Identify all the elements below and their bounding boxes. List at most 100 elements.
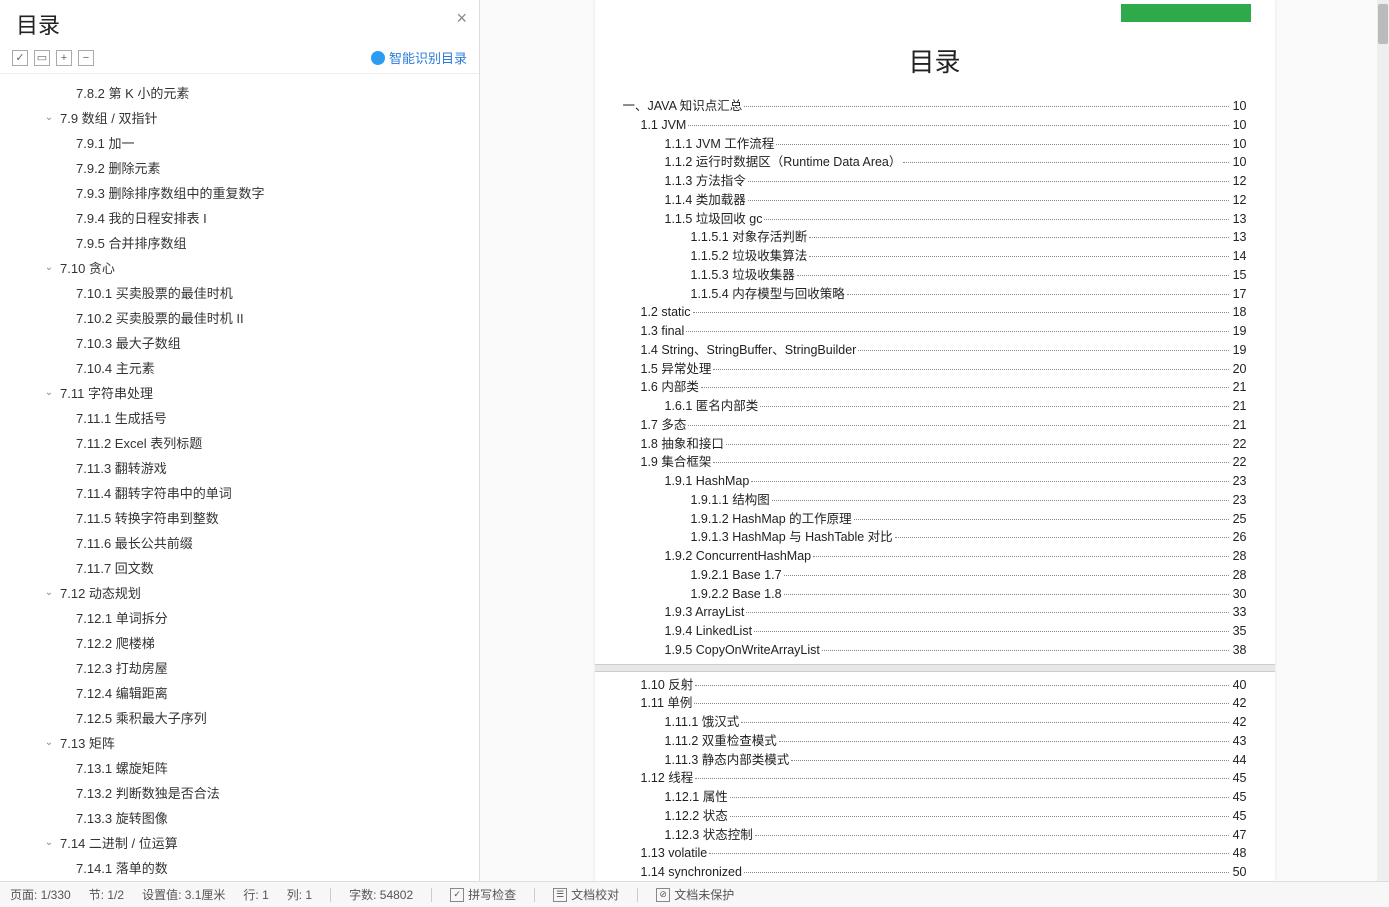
outline-item[interactable]: 7.9.4 我的日程安排表 I (70, 205, 479, 230)
toc-entry[interactable]: 1.6.1 匿名内部类21 (623, 397, 1247, 416)
toc-entry[interactable]: 1.9.2.1 Base 1.728 (623, 566, 1247, 585)
outline-group-head[interactable]: ⌄7.9 数组 / 双指针 (38, 105, 479, 130)
smart-recognize-link[interactable]: 智能识别目录 (371, 48, 467, 67)
toc-entry[interactable]: 1.9.2.2 Base 1.830 (623, 585, 1247, 604)
outline-item[interactable]: 7.9.3 删除排序数组中的重复数字 (70, 180, 479, 205)
toc-entry[interactable]: 1.9.2 ConcurrentHashMap28 (623, 547, 1247, 566)
outline-item[interactable]: 7.12.2 爬楼梯 (70, 630, 479, 655)
toc-entry[interactable]: 1.9.4 LinkedList35 (623, 622, 1247, 641)
toc-entry[interactable]: 1.12.3 状态控制47 (623, 826, 1247, 845)
outline-item[interactable]: 7.10.3 最大子数组 (70, 330, 479, 355)
toc-entry[interactable]: 1.4 String、StringBuffer、StringBuilder19 (623, 341, 1247, 360)
layout-icon[interactable]: ▭ (34, 50, 50, 66)
outline-group-head[interactable]: ⌄7.11 字符串处理 (38, 380, 479, 405)
toc-entry[interactable]: 1.1.3 方法指令12 (623, 172, 1247, 191)
toc-leader (847, 294, 1229, 295)
toc-entry[interactable]: 1.9.1.1 结构图23 (623, 491, 1247, 510)
toc-entry[interactable]: 1.1.2 运行时数据区（Runtime Data Area）10 (623, 153, 1247, 172)
toc-entry[interactable]: 1.1.4 类加载器12 (623, 191, 1247, 210)
toc-entry[interactable]: 1.1.5 垃圾回收 gc13 (623, 210, 1247, 229)
status-proofread[interactable]: ☰ 文档校对 (553, 886, 619, 903)
toc-entry[interactable]: 1.12.2 状态45 (623, 807, 1247, 826)
outline-group-label: 7.14 二进制 / 位运算 (60, 833, 178, 852)
toc-entry[interactable]: 1.1 JVM10 (623, 116, 1247, 135)
toc-entry[interactable]: 1.5 异常处理20 (623, 360, 1247, 379)
toc-leader (746, 612, 1228, 613)
outline-item[interactable]: 7.12.4 编辑距离 (70, 680, 479, 705)
toc-entry[interactable]: 1.1.5.3 垃圾收集器15 (623, 266, 1247, 285)
toc-entry[interactable]: 1.1.5.2 垃圾收集算法14 (623, 247, 1247, 266)
outline-item[interactable]: 7.10.2 买卖股票的最佳时机 II (70, 305, 479, 330)
chevron-down-icon: ⌄ (42, 587, 56, 598)
status-setvalue[interactable]: 设置值: 3.1厘米 (142, 886, 225, 903)
status-col[interactable]: 列: 1 (287, 886, 312, 903)
scrollbar-thumb[interactable] (1378, 4, 1388, 44)
expand-icon[interactable]: + (56, 50, 72, 66)
outline-item[interactable]: 7.13.3 旋转图像 (70, 805, 479, 830)
toc-entry[interactable]: 1.11.2 双重检查模式43 (623, 732, 1247, 751)
outline-item[interactable]: 7.10.1 买卖股票的最佳时机 (70, 280, 479, 305)
toc-entry[interactable]: 1.9.1 HashMap23 (623, 472, 1247, 491)
outline-item[interactable]: 7.9.5 合并排序数组 (70, 230, 479, 255)
outline-group-head[interactable]: ⌄7.13 矩阵 (38, 730, 479, 755)
outline-item[interactable]: 7.11.6 最长公共前缀 (70, 530, 479, 555)
close-icon[interactable]: × (456, 8, 467, 29)
scrollbar[interactable] (1377, 0, 1389, 881)
check-icon[interactable]: ✓ (12, 50, 28, 66)
toc-entry[interactable]: 1.11 单例42 (623, 694, 1247, 713)
toc-entry[interactable]: 1.9.3 ArrayList33 (623, 603, 1247, 622)
outline-item[interactable]: 7.10.4 主元素 (70, 355, 479, 380)
outline-item[interactable]: 7.11.1 生成括号 (70, 405, 479, 430)
toc-entry[interactable]: 1.9.1.3 HashMap 与 HashTable 对比26 (623, 528, 1247, 547)
status-section[interactable]: 节: 1/2 (89, 886, 124, 903)
status-wordcount[interactable]: 字数: 54802 (349, 886, 413, 903)
status-page[interactable]: 页面: 1/330 (10, 886, 71, 903)
outline-group-head[interactable]: ⌄7.10 贪心 (38, 255, 479, 280)
toc-entry[interactable]: 1.12 线程45 (623, 769, 1247, 788)
toc-entry[interactable]: 1.1.5.4 内存模型与回收策略17 (623, 285, 1247, 304)
toc-entry[interactable]: 1.10 反射40 (623, 676, 1247, 695)
toc-entry[interactable]: 一、JAVA 知识点汇总10 (623, 97, 1247, 116)
toc-entry[interactable]: 1.3 final19 (623, 322, 1247, 341)
toc-leader (713, 369, 1228, 370)
outline-item[interactable]: 7.12.5 乘积最大子序列 (70, 705, 479, 730)
outline-item[interactable]: 7.11.4 翻转字符串中的单词 (70, 480, 479, 505)
outline-item[interactable]: 7.14.1 落单的数 (70, 855, 479, 880)
document-viewport[interactable]: 目录 一、JAVA 知识点汇总101.1 JVM101.1.1 JVM 工作流程… (480, 0, 1389, 881)
toc-entry[interactable]: 1.6 内部类21 (623, 378, 1247, 397)
toc-entry[interactable]: 1.1.1 JVM 工作流程10 (623, 135, 1247, 154)
toc-entry[interactable]: 1.9.1.2 HashMap 的工作原理25 (623, 510, 1247, 529)
status-protection[interactable]: ⊘ 文档未保护 (656, 886, 734, 903)
toc-entry[interactable]: 1.12.1 属性45 (623, 788, 1247, 807)
toc-entry[interactable]: 1.11.3 静态内部类模式44 (623, 751, 1247, 770)
toc-page: 10 (1231, 116, 1247, 135)
outline-item[interactable]: 7.8.2 第 K 小的元素 (70, 80, 479, 105)
toc-entry[interactable]: 1.2 static18 (623, 303, 1247, 322)
toc-entry[interactable]: 1.11.1 饿汉式42 (623, 713, 1247, 732)
status-row[interactable]: 行: 1 (243, 886, 268, 903)
toc-entry[interactable]: 1.9.5 CopyOnWriteArrayList38 (623, 641, 1247, 660)
outline-item[interactable]: 7.11.7 回文数 (70, 555, 479, 580)
outline-item[interactable]: 7.9.1 加一 (70, 130, 479, 155)
outline-group-head[interactable]: ⌄ 7.14 二进制 / 位运算 (38, 830, 479, 855)
outline-item[interactable]: 7.11.2 Excel 表列标题 (70, 430, 479, 455)
outline-item[interactable]: 7.13.1 螺旋矩阵 (70, 755, 479, 780)
outline-item[interactable]: 7.12.3 打劫房屋 (70, 655, 479, 680)
toc-entry[interactable]: 1.7 多态21 (623, 416, 1247, 435)
status-spellcheck[interactable]: ✓ 拼写检查 (450, 886, 516, 903)
toc-entry[interactable]: 1.13 volatile48 (623, 844, 1247, 863)
toc-entry[interactable]: 1.9 集合框架22 (623, 453, 1247, 472)
toc-entry[interactable]: 1.1.5.1 对象存活判断13 (623, 228, 1247, 247)
outline-tree[interactable]: 7.8.2 第 K 小的元素⌄7.9 数组 / 双指针7.9.1 加一7.9.2… (0, 74, 479, 881)
outline-item[interactable]: 7.9.2 删除元素 (70, 155, 479, 180)
toc-entry[interactable]: 1.14 synchronized50 (623, 863, 1247, 881)
outline-item[interactable]: 7.12.1 单词拆分 (70, 605, 479, 630)
toc-entry[interactable]: 1.8 抽象和接口22 (623, 435, 1247, 454)
outline-group-head[interactable]: ⌄7.12 动态规划 (38, 580, 479, 605)
toc-label: 1.1.4 类加载器 (665, 191, 746, 210)
outline-item[interactable]: 7.13.2 判断数独是否合法 (70, 780, 479, 805)
outline-item[interactable]: 7.11.3 翻转游戏 (70, 455, 479, 480)
chevron-down-icon: ⌄ (42, 837, 56, 848)
collapse-icon[interactable]: − (78, 50, 94, 66)
outline-item[interactable]: 7.11.5 转换字符串到整数 (70, 505, 479, 530)
